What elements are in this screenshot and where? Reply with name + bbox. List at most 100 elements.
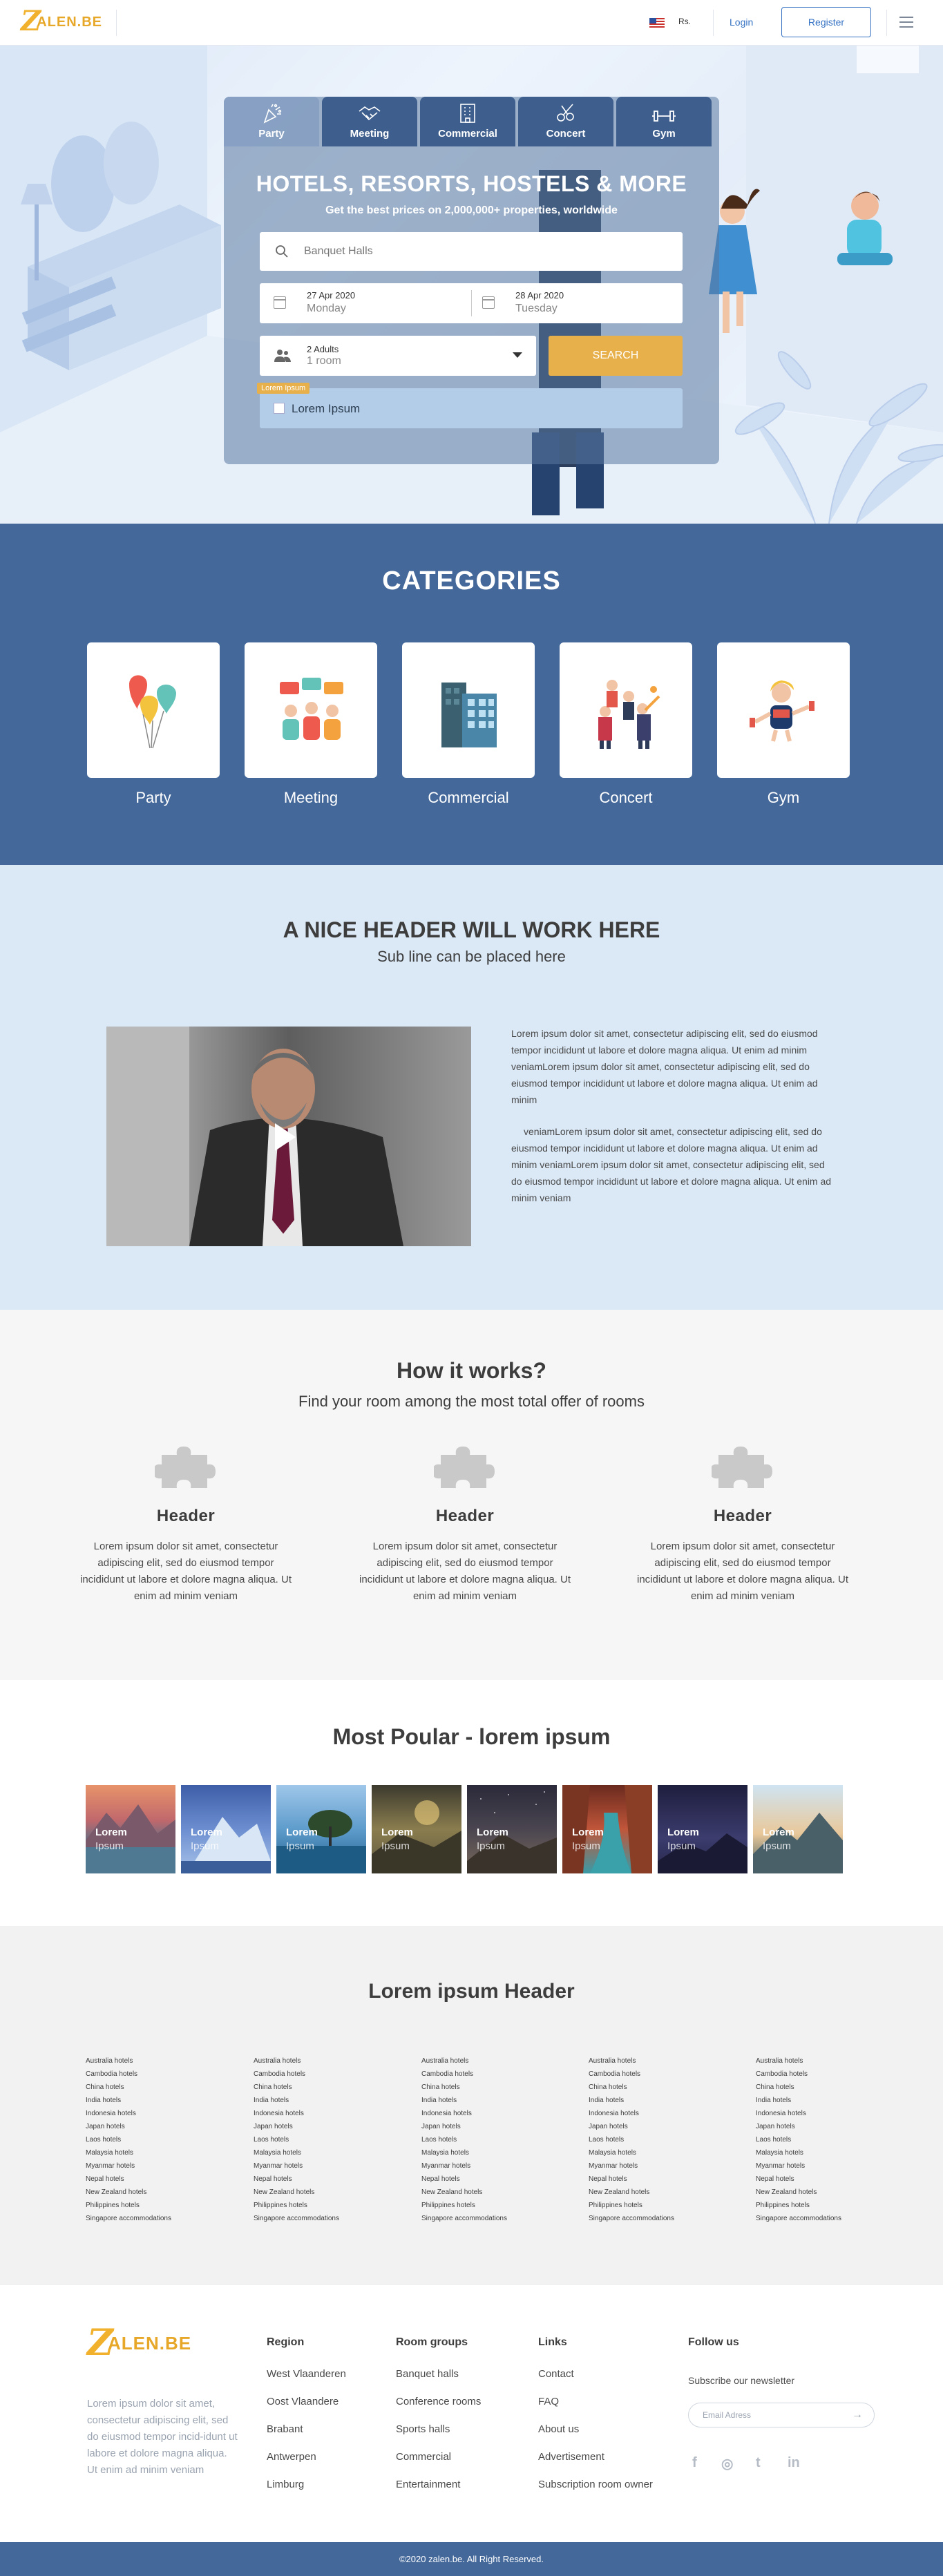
category-card-gym[interactable]: Gym <box>717 642 850 807</box>
destination-link[interactable]: Japan hotels <box>254 2120 392 2133</box>
destination-link[interactable]: Philippines hotels <box>86 2199 224 2212</box>
footer-link[interactable]: Entertainment <box>396 2479 481 2506</box>
destination-link[interactable]: Singapore accommodations <box>254 2212 392 2225</box>
destination-link[interactable]: Nepal hotels <box>86 2173 224 2186</box>
popular-tile[interactable]: Lorem Ipsum <box>562 1785 652 1873</box>
footer-logo[interactable]: Z ALEN.BE <box>87 2325 191 2361</box>
video-player[interactable] <box>106 1027 471 1246</box>
play-icon[interactable] <box>275 1123 296 1151</box>
destination-link[interactable]: Indonesia hotels <box>589 2107 727 2120</box>
category-card-meeting[interactable]: Meeting <box>245 642 377 807</box>
footer-link[interactable]: About us <box>538 2423 653 2451</box>
footer-link[interactable]: Advertisement <box>538 2451 653 2479</box>
footer-link[interactable]: Antwerpen <box>267 2451 346 2479</box>
destination-link[interactable]: Laos hotels <box>756 2133 894 2146</box>
category-card-party[interactable]: Party <box>87 642 220 807</box>
popular-tile[interactable]: Lorem Ipsum <box>276 1785 366 1873</box>
destination-link[interactable]: Myanmar hotels <box>589 2159 727 2173</box>
destination-link[interactable]: Indonesia hotels <box>421 2107 560 2120</box>
popular-tile[interactable]: Lorem Ipsum <box>86 1785 175 1873</box>
checkin-date[interactable]: 27 Apr 2020 Monday <box>307 283 355 323</box>
destination-link[interactable]: Australia hotels <box>756 2054 894 2068</box>
footer-link[interactable]: Conference rooms <box>396 2396 481 2423</box>
checkout-date[interactable]: 28 Apr 2020 Tuesday <box>515 283 564 323</box>
footer-link[interactable]: Sports halls <box>396 2423 481 2451</box>
destination-link[interactable]: India hotels <box>421 2094 560 2107</box>
footer-link[interactable]: Contact <box>538 2368 653 2396</box>
destination-link[interactable]: Indonesia hotels <box>756 2107 894 2120</box>
footer-link[interactable]: Banquet halls <box>396 2368 481 2396</box>
destination-link[interactable]: Cambodia hotels <box>254 2068 392 2081</box>
destination-link[interactable]: Malaysia hotels <box>254 2146 392 2159</box>
destination-link[interactable]: Singapore accommodations <box>421 2212 560 2225</box>
destination-link[interactable]: Philippines hotels <box>756 2199 894 2212</box>
destination-link[interactable]: New Zealand hotels <box>589 2186 727 2199</box>
popular-tile[interactable]: Lorem Ipsum <box>753 1785 843 1873</box>
destination-link[interactable]: Cambodia hotels <box>86 2068 224 2081</box>
footer-link[interactable]: Oost Vlaandere <box>267 2396 346 2423</box>
destination-link[interactable]: Singapore accommodations <box>589 2212 727 2225</box>
popular-tile[interactable]: Lorem Ipsum <box>181 1785 271 1873</box>
twitter-icon[interactable]: t <box>756 2455 761 2471</box>
destination-link[interactable]: Laos hotels <box>589 2133 727 2146</box>
tab-meeting[interactable]: Meeting <box>322 97 417 146</box>
destination-link[interactable]: New Zealand hotels <box>756 2186 894 2199</box>
destination-link[interactable]: Singapore accommodations <box>86 2212 224 2225</box>
destination-link[interactable]: Nepal hotels <box>421 2173 560 2186</box>
footer-link[interactable]: Limburg <box>267 2479 346 2506</box>
tab-party[interactable]: Party <box>224 97 319 146</box>
category-card-commercial[interactable]: Commercial <box>402 642 535 807</box>
destination-link[interactable]: Indonesia hotels <box>86 2107 224 2120</box>
register-button[interactable]: Register <box>781 7 871 37</box>
instagram-icon[interactable]: ◎ <box>721 2455 733 2472</box>
destination-link[interactable]: New Zealand hotels <box>254 2186 392 2199</box>
destination-link[interactable]: Laos hotels <box>421 2133 560 2146</box>
destination-link[interactable]: Philippines hotels <box>589 2199 727 2212</box>
destination-link[interactable]: Indonesia hotels <box>254 2107 392 2120</box>
destination-link[interactable]: Nepal hotels <box>589 2173 727 2186</box>
destination-link[interactable]: China hotels <box>589 2081 727 2094</box>
us-flag-icon[interactable] <box>649 18 665 28</box>
destination-link[interactable]: Japan hotels <box>86 2120 224 2133</box>
footer-link[interactable]: West Vlaanderen <box>267 2368 346 2396</box>
option-checkbox[interactable] <box>274 403 285 414</box>
category-card-concert[interactable]: Concert <box>560 642 692 807</box>
option-checkbox-row[interactable]: Lorem Ipsum <box>260 388 683 428</box>
destination-link[interactable]: New Zealand hotels <box>86 2186 224 2199</box>
footer-link[interactable]: FAQ <box>538 2396 653 2423</box>
destination-link[interactable]: Myanmar hotels <box>254 2159 392 2173</box>
destination-link[interactable]: Cambodia hotels <box>589 2068 727 2081</box>
destination-link[interactable]: Malaysia hotels <box>589 2146 727 2159</box>
destination-link[interactable]: India hotels <box>756 2094 894 2107</box>
destination-link[interactable]: Laos hotels <box>254 2133 392 2146</box>
destination-link[interactable]: Myanmar hotels <box>421 2159 560 2173</box>
destination-link[interactable]: Philippines hotels <box>254 2199 392 2212</box>
tab-concert[interactable]: Concert <box>518 97 613 146</box>
destination-link[interactable]: Cambodia hotels <box>756 2068 894 2081</box>
login-link[interactable]: Login <box>730 17 753 28</box>
destination-link[interactable]: Australia hotels <box>589 2054 727 2068</box>
hamburger-menu-icon[interactable] <box>899 17 913 28</box>
newsletter-email-input[interactable]: Email Adress → <box>688 2403 875 2427</box>
destination-link[interactable]: Australia hotels <box>254 2054 392 2068</box>
footer-link[interactable]: Commercial <box>396 2451 481 2479</box>
search-button[interactable]: SEARCH <box>549 336 683 376</box>
popular-tile[interactable]: Lorem Ipsum <box>658 1785 747 1873</box>
destination-link[interactable]: China hotels <box>254 2081 392 2094</box>
destination-link[interactable]: Japan hotels <box>756 2120 894 2133</box>
destination-link[interactable]: Singapore accommodations <box>756 2212 894 2225</box>
destination-link[interactable]: Nepal hotels <box>254 2173 392 2186</box>
popular-tile[interactable]: Lorem Ipsum <box>372 1785 461 1873</box>
destination-link[interactable]: Australia hotels <box>421 2054 560 2068</box>
destination-input[interactable]: Banquet Halls <box>260 232 683 271</box>
destination-link[interactable]: Philippines hotels <box>421 2199 560 2212</box>
destination-link[interactable]: Cambodia hotels <box>421 2068 560 2081</box>
destination-link[interactable]: Myanmar hotels <box>86 2159 224 2173</box>
linkedin-icon[interactable]: in <box>788 2455 800 2471</box>
currency-selector[interactable]: Rs. <box>678 17 691 26</box>
tab-gym[interactable]: Gym <box>616 97 712 146</box>
destination-link[interactable]: New Zealand hotels <box>421 2186 560 2199</box>
destination-link[interactable]: Nepal hotels <box>756 2173 894 2186</box>
destination-link[interactable]: Australia hotels <box>86 2054 224 2068</box>
destination-link[interactable]: China hotels <box>756 2081 894 2094</box>
